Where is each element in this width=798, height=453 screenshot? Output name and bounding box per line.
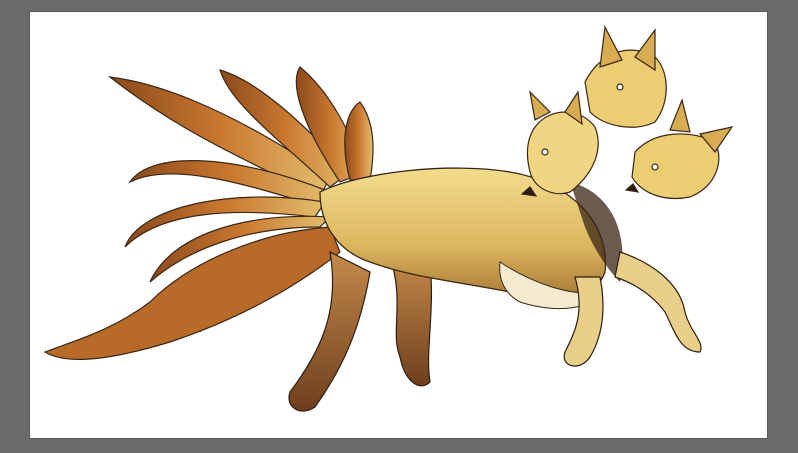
head-top <box>576 25 667 129</box>
tail-4 <box>344 101 374 181</box>
hind-legs <box>288 250 433 412</box>
illustration-nine-tailed-three-headed-fox <box>43 25 734 412</box>
head-middle <box>520 90 599 197</box>
ear-right-left <box>669 98 691 133</box>
ear-top-left <box>599 25 623 68</box>
front-leg-right <box>614 251 702 353</box>
canvas-workspace <box>0 0 798 453</box>
document-canvas[interactable] <box>30 12 767 438</box>
heads <box>520 25 734 200</box>
